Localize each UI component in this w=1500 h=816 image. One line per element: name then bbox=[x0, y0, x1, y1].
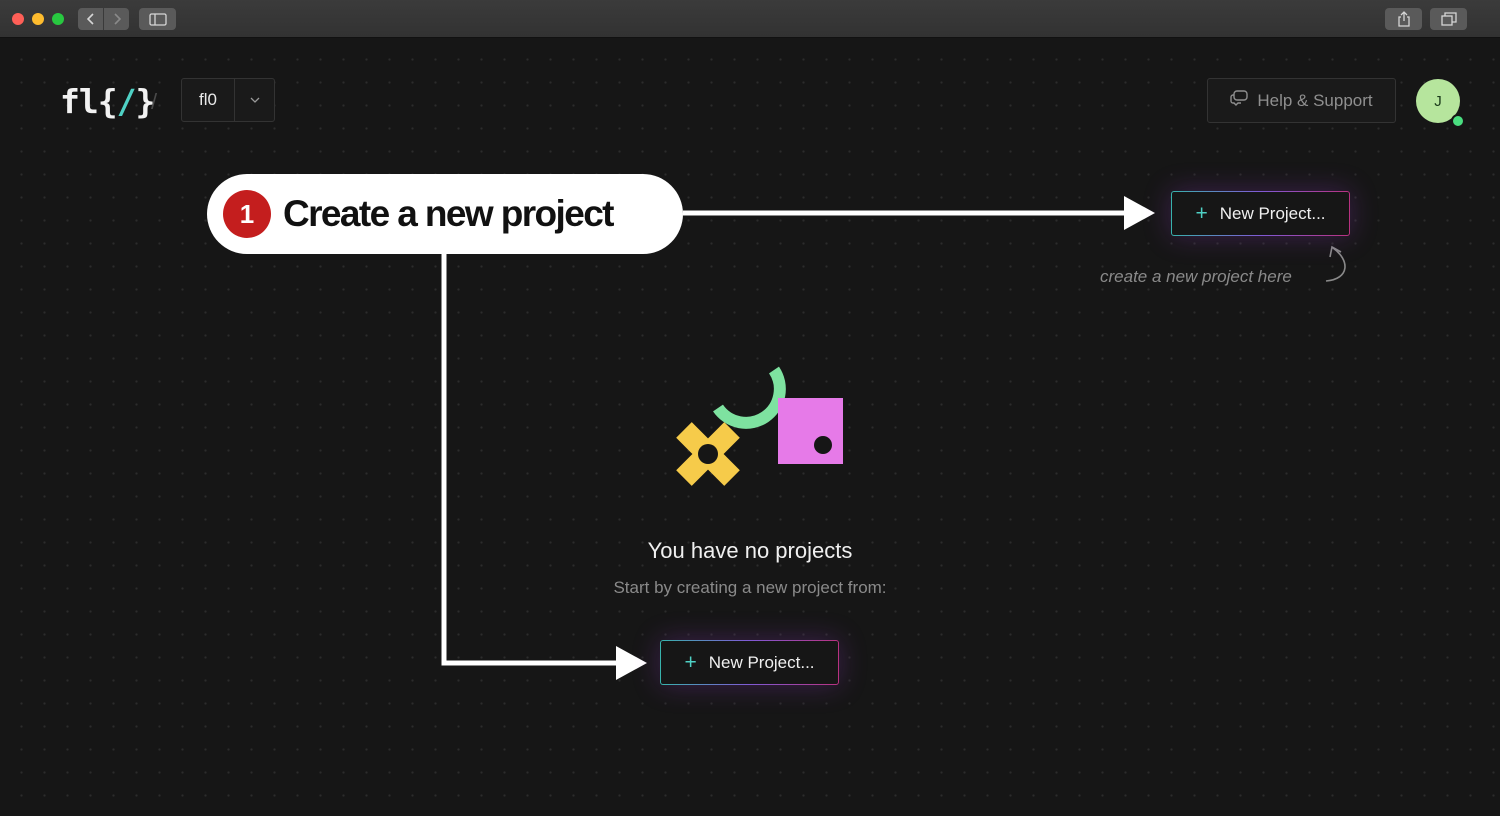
square-dot bbox=[814, 436, 832, 454]
chevron-down-icon[interactable] bbox=[234, 79, 274, 121]
help-support-label: Help & Support bbox=[1257, 90, 1373, 110]
new-project-button-header[interactable]: + New Project... bbox=[1171, 191, 1350, 236]
step-title: Create a new project bbox=[283, 193, 615, 234]
pink-square-shape bbox=[778, 398, 843, 464]
hint-text: create a new project here bbox=[1100, 267, 1292, 286]
new-project-label: New Project... bbox=[708, 652, 815, 672]
sidebar-icon[interactable] bbox=[139, 8, 176, 30]
organization-name: fl0 bbox=[199, 90, 217, 109]
fl0-logo[interactable]: fl{/} bbox=[60, 82, 155, 121]
plus-icon: + bbox=[684, 651, 697, 674]
green-arc-shape bbox=[713, 366, 786, 429]
organization-selector[interactable]: fl0 bbox=[181, 78, 275, 122]
plus-icon: + bbox=[1195, 202, 1208, 225]
minimize-window-button[interactable] bbox=[32, 13, 44, 25]
share-icon[interactable] bbox=[1385, 8, 1422, 30]
cross-center-dot bbox=[698, 444, 718, 464]
step-callout: 1 Create a new project bbox=[207, 174, 683, 254]
new-project-label: New Project... bbox=[1219, 203, 1326, 223]
tabs-icon[interactable] bbox=[1430, 8, 1467, 30]
new-project-button-empty-state[interactable]: + New Project... bbox=[660, 640, 839, 685]
online-status-indicator bbox=[1451, 114, 1465, 128]
chevron-left-icon[interactable] bbox=[78, 8, 103, 30]
avatar-initial: J bbox=[1434, 92, 1442, 110]
browser-titlebar bbox=[0, 0, 1500, 38]
empty-state-title: You have no projects bbox=[647, 538, 853, 563]
close-window-button[interactable] bbox=[12, 13, 24, 25]
app-viewport: fl{/} / fl0 Help & Support J 1 Create a … bbox=[0, 38, 1500, 816]
empty-state-subtitle: Start by creating a new project from: bbox=[613, 578, 887, 597]
zoom-window-button[interactable] bbox=[52, 13, 64, 25]
arrowhead-top bbox=[1124, 196, 1155, 230]
arrowhead-bottom bbox=[616, 646, 647, 680]
logo-text: fl bbox=[60, 82, 99, 121]
curved-hint-arrow bbox=[1325, 247, 1346, 282]
navigation-buttons bbox=[78, 8, 129, 30]
empty-state-illustration bbox=[676, 366, 843, 486]
help-support-button[interactable]: Help & Support bbox=[1207, 78, 1396, 123]
arrow-line-bottom bbox=[441, 254, 618, 666]
logo-brace-open: { bbox=[97, 82, 118, 121]
chat-bubbles-icon bbox=[1230, 90, 1249, 111]
step-number-badge: 1 bbox=[223, 190, 271, 238]
logo-slash: / bbox=[116, 82, 137, 121]
chevron-right-icon[interactable] bbox=[103, 8, 129, 30]
breadcrumb-separator: / bbox=[151, 89, 158, 114]
